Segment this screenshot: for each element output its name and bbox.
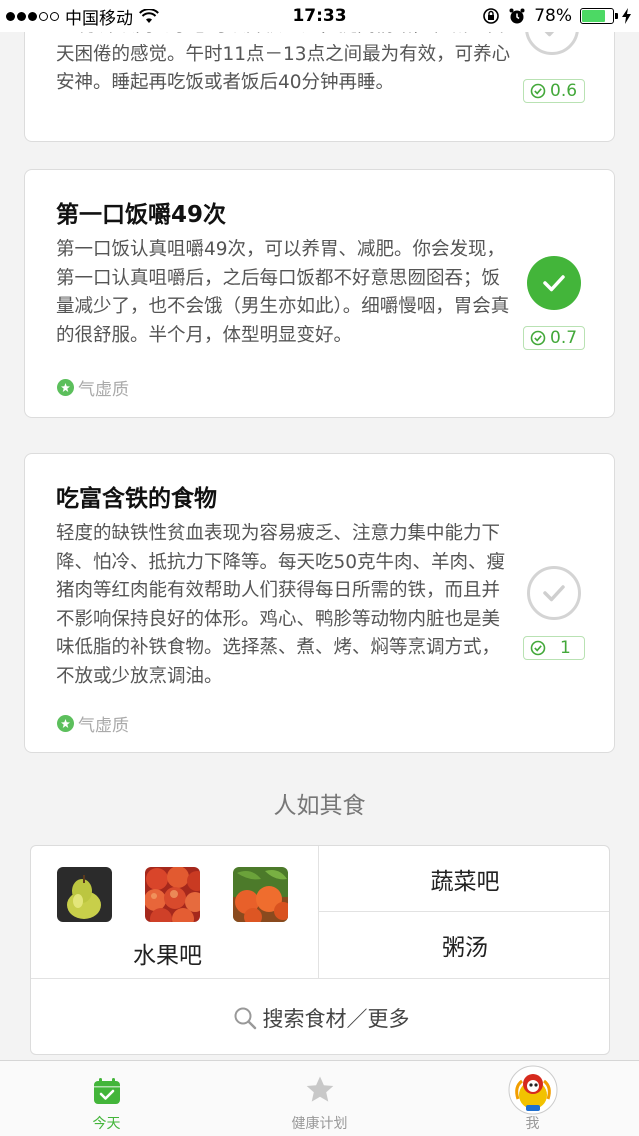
search-icon bbox=[234, 1007, 256, 1029]
peaches-image bbox=[145, 867, 200, 922]
search-more-button[interactable]: 搜索食材／更多 bbox=[31, 979, 609, 1054]
score-badge: 0.7 bbox=[523, 326, 585, 350]
score-check-icon bbox=[530, 83, 546, 99]
tab-health-plan[interactable]: 健康计划 bbox=[213, 1061, 426, 1136]
check-toggle[interactable] bbox=[527, 566, 581, 620]
tab-bar: 今天 健康计划 我 bbox=[0, 1060, 639, 1136]
star-icon bbox=[306, 1076, 333, 1102]
tab-today[interactable]: 今天 bbox=[0, 1061, 213, 1136]
check-icon bbox=[543, 585, 565, 602]
battery-icon bbox=[580, 8, 618, 24]
fruit-bar-label: 水果吧 bbox=[133, 943, 202, 969]
tab-health-plan-label: 健康计划 bbox=[291, 1116, 348, 1132]
habit-card[interactable]: 吃富含铁的食物 轻度的缺铁性贫血表现为容易疲乏、注意力集中能力下降、怕冷、抵抗力… bbox=[24, 453, 615, 753]
score-value: 0.7 bbox=[550, 328, 578, 348]
tab-me[interactable]: 我 bbox=[426, 1061, 639, 1136]
check-icon bbox=[543, 275, 565, 292]
card-title: 第一口饭嚼49次 bbox=[56, 202, 227, 228]
avatar bbox=[508, 1065, 557, 1115]
tag-label: 气虚质 bbox=[78, 716, 129, 736]
charging-bolt-icon bbox=[622, 8, 631, 24]
tag-label: 气虚质 bbox=[78, 380, 129, 400]
search-more-label: 搜索食材／更多 bbox=[262, 1006, 410, 1031]
card-title: 吃富含铁的食物 bbox=[56, 486, 217, 512]
score-check-icon bbox=[530, 640, 546, 656]
score-value: 0.6 bbox=[550, 81, 578, 101]
tag-icon bbox=[57, 379, 74, 396]
alarm-icon bbox=[509, 8, 525, 24]
food-category-panel: 水果吧 蔬菜吧 粥汤 搜索食材／更多 bbox=[30, 845, 610, 1055]
porridge-soup-button[interactable]: 粥汤 bbox=[319, 912, 609, 979]
porridge-soup-label: 粥汤 bbox=[442, 935, 488, 961]
rotation-lock-icon bbox=[483, 8, 500, 24]
check-toggle[interactable] bbox=[527, 256, 581, 310]
apricots-image bbox=[233, 867, 288, 922]
vegetable-bar-label: 蔬菜吧 bbox=[430, 868, 500, 895]
pear-image bbox=[57, 867, 112, 922]
calendar-check-icon bbox=[93, 1078, 120, 1104]
constitution-tag: 气虚质 bbox=[57, 375, 129, 400]
habit-card[interactable]: 第一口饭嚼49次 第一口饭认真咀嚼49次，可以养胃、减肥。你会发现，第一口认真咀… bbox=[24, 169, 615, 418]
section-title: 人如其食 bbox=[273, 793, 366, 819]
status-bar: 中国移动 17:33 78% bbox=[0, 0, 639, 32]
tab-today-label: 今天 bbox=[92, 1116, 121, 1132]
tag-icon bbox=[57, 715, 74, 732]
constitution-tag: 气虚质 bbox=[57, 711, 129, 736]
vegetable-bar-button[interactable]: 蔬菜吧 bbox=[319, 846, 609, 912]
score-badge: 1 bbox=[523, 636, 585, 660]
score-check-icon bbox=[530, 330, 546, 346]
tab-me-label: 我 bbox=[525, 1116, 540, 1132]
fruit-bar-button[interactable]: 水果吧 bbox=[31, 846, 319, 979]
card-body: 第一口饭认真咀嚼49次，可以养胃、减肥。你会发现，第一口认真咀嚼后，之后每口饭都… bbox=[56, 239, 510, 346]
score-badge: 0.6 bbox=[523, 79, 585, 103]
score-value: 1 bbox=[560, 638, 571, 658]
battery-percent: 78% bbox=[534, 6, 572, 26]
card-body: 轻度的缺铁性贫血表现为容易疲乏、注意力集中能力下降、怕冷、抵抗力下降等。每天吃5… bbox=[56, 523, 506, 687]
